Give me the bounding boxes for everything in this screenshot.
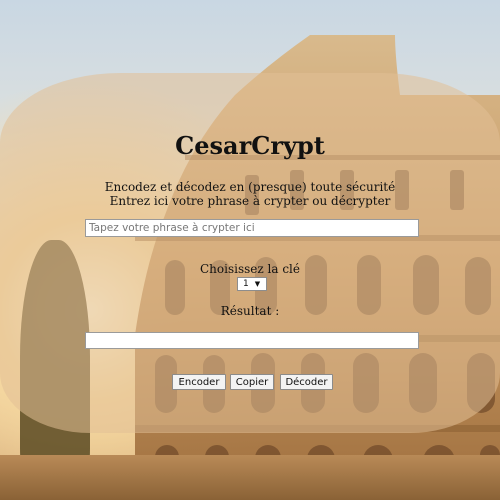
copy-button[interactable]: Copier bbox=[230, 374, 274, 390]
result-output[interactable] bbox=[85, 332, 419, 349]
result-label: Résultat : bbox=[220, 304, 280, 318]
phrase-input[interactable] bbox=[85, 219, 419, 237]
key-select[interactable]: 1 ▼ bbox=[237, 277, 267, 291]
key-label: Choisissez la clé bbox=[200, 262, 300, 276]
chevron-down-icon: ▼ bbox=[254, 280, 261, 288]
subtitle-line-1: Encodez et décodez en (presque) toute sé… bbox=[104, 180, 396, 194]
encode-button[interactable]: Encoder bbox=[172, 374, 226, 390]
subtitle-line-2: Entrez ici votre phrase à crypter ou déc… bbox=[109, 194, 391, 208]
decode-button[interactable]: Décoder bbox=[280, 374, 333, 390]
key-select-value: 1 bbox=[243, 279, 249, 289]
cesarcrypt-form: CesarCrypt Encodez et décodez en (presqu… bbox=[0, 0, 500, 500]
page-title: CesarCrypt bbox=[175, 131, 325, 160]
